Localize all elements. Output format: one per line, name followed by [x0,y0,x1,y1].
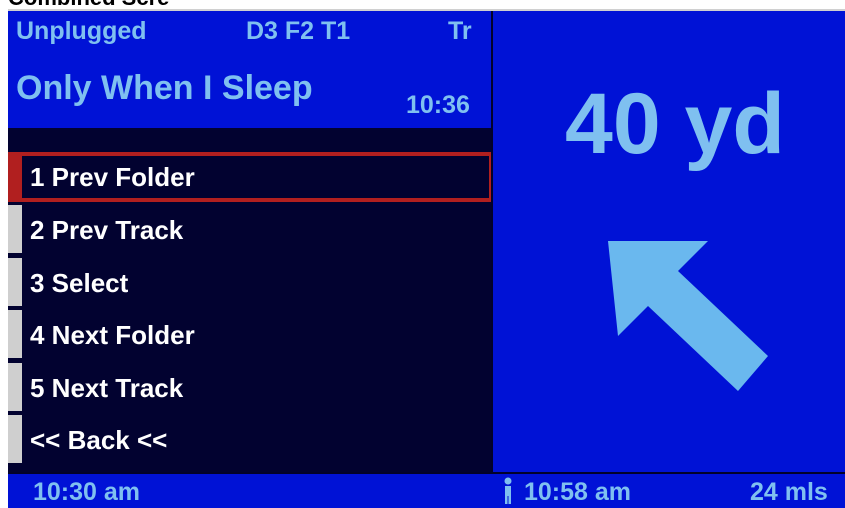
menu-item-tab [8,415,22,463]
clock-time: 10:30 am [33,478,141,506]
menu-item-next-track[interactable]: 5 Next Track [8,363,493,415]
menu-item-tab [8,363,22,411]
track-title: Only When I Sleep [16,69,313,107]
menu-item-next-folder[interactable]: 4 Next Folder [8,310,493,362]
play-mode-label: Tr [448,17,472,45]
now-playing-header: Unplugged D3 F2 T1 Tr Only When I Sleep … [8,11,493,128]
media-menu: 1 Prev Folder 2 Prev Track 3 Select 4 Ne… [8,128,493,472]
device-screen-root: Combined Scre Unplugged D3 F2 T1 Tr Only… [0,0,845,508]
menu-item-tab [8,258,22,306]
menu-item-tab [8,205,22,253]
menu-item-label: 1 Prev Folder [30,162,195,192]
menu-item-label: << Back << [30,425,168,455]
disc-folder-track-label: D3 F2 T1 [246,17,351,45]
menu-item-prev-track[interactable]: 2 Prev Track [8,205,493,257]
audio-source-label: Unplugged [16,17,147,45]
arrival-time: 10:58 am [524,478,632,506]
turn-distance: 40 yd [565,76,785,172]
pedestrian-icon [504,477,512,504]
navigation-panel: 40 yd [493,11,845,472]
menu-item-select[interactable]: 3 Select [8,258,493,310]
menu-item-tab [8,310,22,358]
display-panel: Unplugged D3 F2 T1 Tr Only When I Sleep … [8,11,845,508]
menu-item-label: 2 Prev Track [30,215,184,245]
menu-item-label: 5 Next Track [30,373,184,403]
remaining-distance: 24 mls [750,478,828,506]
screen-caption: Combined Scre [8,0,169,9]
track-elapsed-time: 10:36 [406,91,470,119]
menu-item-back[interactable]: << Back << [8,415,493,467]
menu-item-label: 4 Next Folder [30,320,195,350]
arrow-up-left-icon [608,241,768,391]
menu-item-label: 3 Select [30,268,129,298]
status-footer: 10:30 am 10:58 am 24 mls [8,472,845,508]
menu-item-prev-folder[interactable]: 1 Prev Folder [8,152,493,204]
